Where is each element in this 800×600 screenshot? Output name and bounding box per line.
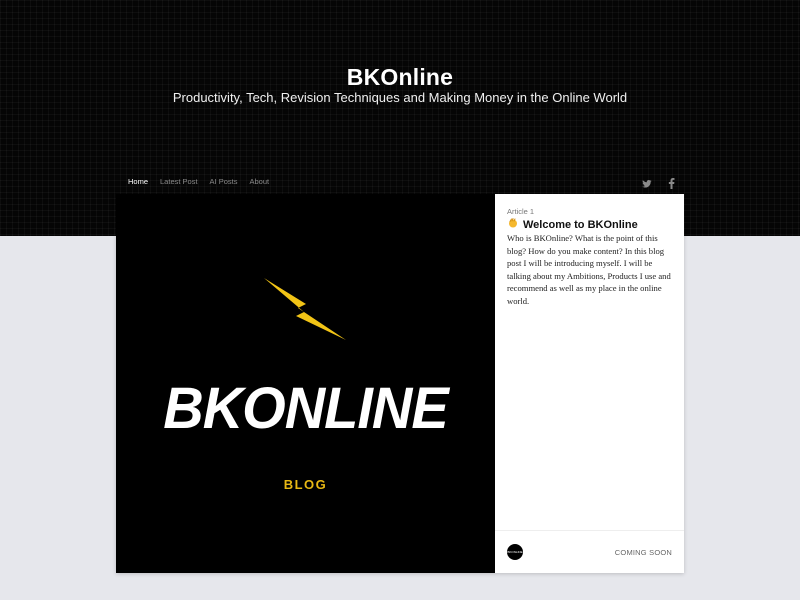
main-nav: Home Latest Post AI Posts About — [128, 177, 281, 189]
facebook-icon[interactable] — [668, 176, 675, 189]
post-card-footer: BKONLINE COMING SOON — [495, 530, 684, 574]
featured-post-card[interactable]: BKONLINE BLOG Article 1 Welcome to BKOnl… — [116, 194, 684, 573]
post-cover-image[interactable]: BKONLINE BLOG — [116, 194, 495, 573]
site-title[interactable]: BKOnline — [0, 64, 800, 91]
post-title-text: Welcome to BKOnline — [523, 218, 638, 231]
post-status: COMING SOON — [614, 548, 672, 557]
waving-hand-icon — [507, 217, 519, 232]
post-card-body: Article 1 Welcome to BKOnline Who is BKO… — [495, 194, 684, 573]
nav-item-ai-posts[interactable]: AI Posts — [210, 177, 238, 189]
post-category[interactable]: Article 1 — [507, 207, 534, 216]
cover-logo-text: BKONLINE — [163, 374, 448, 441]
avatar-text: BKONLINE — [507, 550, 523, 554]
nav-item-latest-post[interactable]: Latest Post — [160, 177, 198, 189]
post-excerpt: Who is BKOnline? What is the point of th… — [507, 233, 671, 306]
nav-item-about[interactable]: About — [249, 177, 269, 189]
post-title[interactable]: Welcome to BKOnline — [507, 217, 638, 232]
lightning-bolt-icon — [264, 278, 346, 340]
site-tagline: Productivity, Tech, Revision Techniques … — [172, 90, 628, 105]
cover-blog-label: BLOG — [283, 477, 328, 492]
twitter-icon[interactable] — [642, 176, 652, 188]
author-avatar[interactable]: BKONLINE — [507, 544, 523, 560]
nav-item-home[interactable]: Home — [128, 177, 148, 189]
